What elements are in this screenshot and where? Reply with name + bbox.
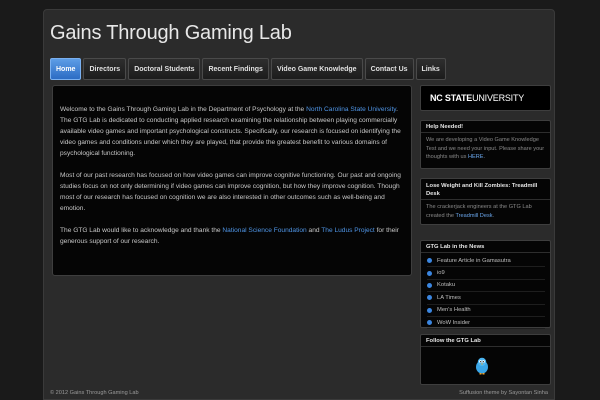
help-text-end: . <box>483 154 486 160</box>
bullet-icon <box>427 320 432 326</box>
nsf-link[interactable]: National Science Foundation <box>222 227 306 234</box>
widget-title-zombies: Lose Weight and Kill Zombies: Treadmill … <box>421 179 550 200</box>
nav-item-home[interactable]: Home <box>50 58 82 80</box>
ack-text-before: The GTG Lab would like to acknowledge an… <box>60 227 223 234</box>
nav-item-recent-findings[interactable]: Recent Findings <box>202 58 269 80</box>
news-item-label: LA Times <box>437 294 461 301</box>
nav-item-doctoral-students[interactable]: Doctoral Students <box>128 58 201 80</box>
widget-title-help: Help Needed! <box>421 121 550 133</box>
bullet-icon <box>427 258 432 264</box>
nav-item-contact-us[interactable]: Contact Us <box>364 58 414 80</box>
news-item-label: Kotaku <box>437 282 456 289</box>
intro-text-before: Welcome to the Gains Through Gaming Lab … <box>60 106 307 113</box>
zombies-text-end: . <box>492 212 495 219</box>
main-navigation: Home Directors Doctoral Students Recent … <box>50 58 446 80</box>
footer-theme-credit[interactable]: Suffusion theme by Sayontan Sinha <box>459 390 548 396</box>
widget-title-follow: Follow the GTG Lab <box>421 335 550 347</box>
footer: © 2012 Gains Through Gaming Lab Suffusio… <box>43 386 555 400</box>
treadmill-desk-widget: Lose Weight and Kill Zombies: Treadmill … <box>420 178 551 225</box>
news-item[interactable]: Feature Article in Gamasutra <box>427 255 545 268</box>
help-body: We are developing a Video Game Knowledge… <box>421 133 550 165</box>
intro-paragraph: Welcome to the Gains Through Gaming Lab … <box>60 104 405 159</box>
nav-item-links[interactable]: Links <box>415 58 446 80</box>
bullet-icon <box>427 295 432 301</box>
news-item[interactable]: LA Times <box>427 292 545 305</box>
ack-text-middle: and <box>306 227 322 234</box>
zombies-body: The crackerjack engineers at the GTG Lab… <box>421 200 550 223</box>
news-item[interactable]: Men's Health <box>427 305 545 317</box>
news-item-label: io9 <box>437 270 445 277</box>
news-item[interactable]: Kotaku <box>427 280 545 293</box>
news-item[interactable]: io9 <box>427 267 545 280</box>
bullet-icon <box>427 270 432 276</box>
acknowledgement-paragraph: The GTG Lab would like to acknowledge an… <box>60 225 405 247</box>
help-needed-widget: Help Needed! We are developing a Video G… <box>420 120 551 169</box>
treadmill-desk-link[interactable]: Treadmill Desk <box>455 213 492 219</box>
nav-item-directors[interactable]: Directors <box>83 58 127 80</box>
widget-title-news: GTG Lab in the News <box>421 241 550 253</box>
site-title[interactable]: Gains Through Gaming Lab <box>50 22 292 45</box>
news-item[interactable]: WoW Insider <box>427 317 545 330</box>
logo-text-light: UNIVERSITY <box>472 93 525 103</box>
follow-widget: Follow the GTG Lab <box>420 334 551 385</box>
news-item-label: WoW Insider <box>437 319 471 326</box>
ncsu-link[interactable]: North Carolina State University <box>306 106 396 113</box>
research-paragraph: Most of our past research has focused on… <box>60 172 401 212</box>
news-item-label: Feature Article in Gamasutra <box>437 257 511 264</box>
main-content: Welcome to the Gains Through Gaming Lab … <box>52 85 412 276</box>
nc-state-logo[interactable]: NC STATE UNIVERSITY <box>420 85 551 111</box>
logo-text-bold: NC STATE <box>430 93 473 103</box>
intro-text-after: . The GTG Lab is dedicated to conducting… <box>60 106 401 157</box>
nav-item-video-game-knowledge[interactable]: Video Game Knowledge <box>270 58 363 80</box>
twitter-bird-icon[interactable] <box>474 357 490 380</box>
page-wrapper: Gains Through Gaming Lab Home Directors … <box>43 9 555 400</box>
bullet-icon <box>427 307 432 313</box>
footer-copyright: © 2012 Gains Through Gaming Lab <box>50 390 139 396</box>
bullet-icon <box>427 282 432 288</box>
news-item-label: Men's Health <box>437 307 471 314</box>
help-here-link[interactable]: HERE <box>468 154 484 160</box>
news-widget: GTG Lab in the News Feature Article in G… <box>420 240 551 331</box>
news-list: Feature Article in Gamasutra io9 Kotaku … <box>421 253 550 331</box>
ludus-project-link[interactable]: The Ludus Project <box>321 227 375 234</box>
